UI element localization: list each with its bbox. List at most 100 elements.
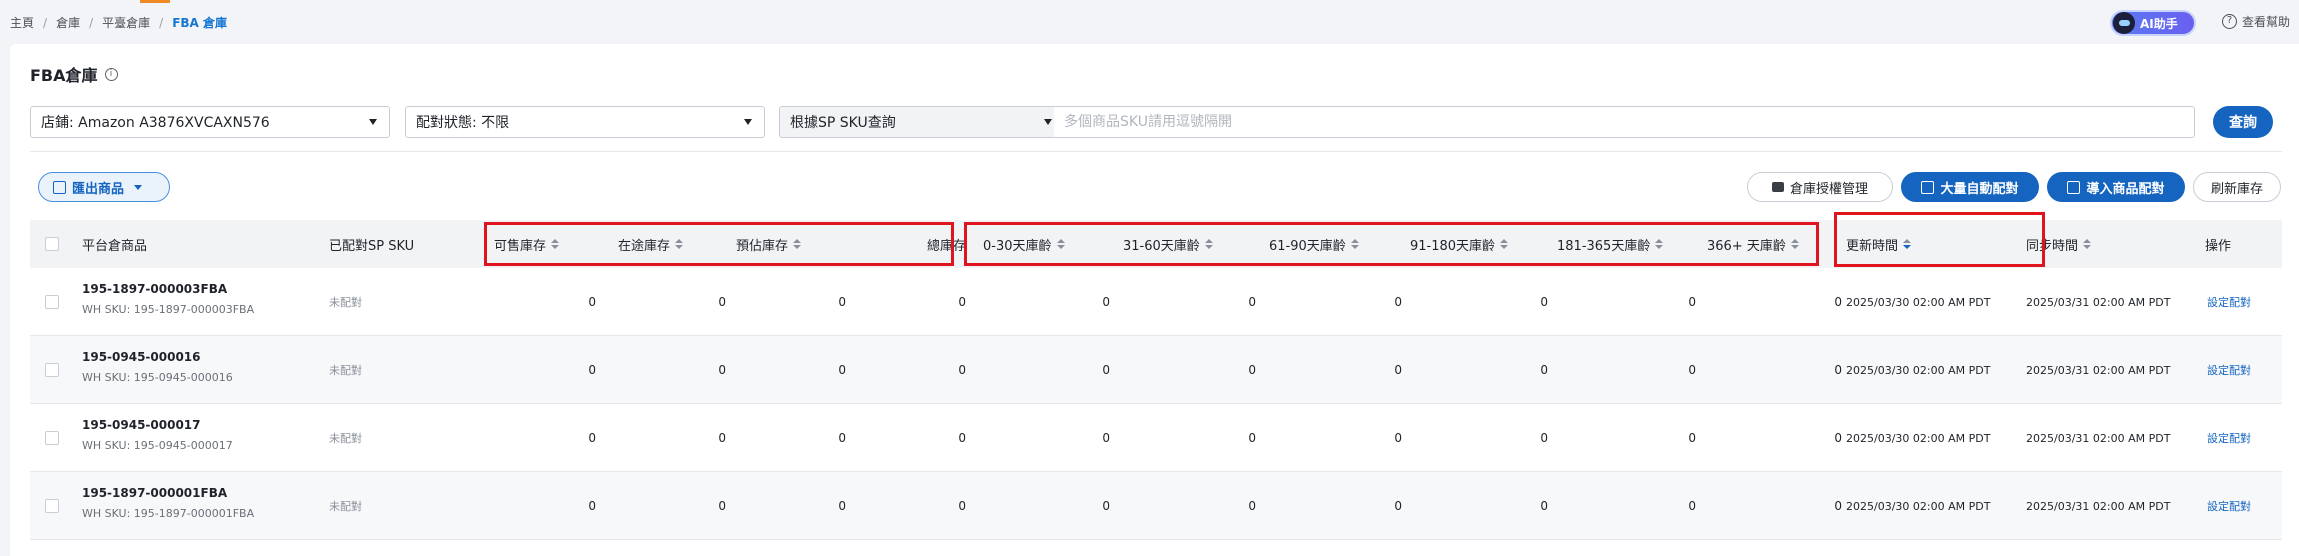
row-checkbox[interactable] xyxy=(45,295,59,309)
product-cell: 195-1897-000001FBA WH SKU: 195-1897-0000… xyxy=(82,486,254,520)
product-name: 195-1897-000001FBA xyxy=(82,486,228,500)
refresh-inventory-button[interactable]: 刷新庫存 xyxy=(2193,172,2281,202)
export-label: 匯出商品 xyxy=(72,181,125,197)
warehouse-icon xyxy=(1771,182,1784,192)
available-cell: 0 xyxy=(588,295,596,309)
warehouse-auth-label: 倉庫授權管理 xyxy=(1789,181,1868,197)
total-cell: 0 xyxy=(958,363,966,377)
set-match-link[interactable]: 設定配對 xyxy=(2207,404,2251,472)
question-icon: ? xyxy=(2222,14,2237,29)
auto-match-icon xyxy=(1921,180,1935,194)
row-checkbox[interactable] xyxy=(45,431,59,445)
main-card: FBA倉庫 i 店鋪: Amazon A3876XVCAXN576 配對狀態: … xyxy=(10,44,2299,556)
product-name: 195-1897-000003FBA xyxy=(82,282,228,296)
total-cell: 0 xyxy=(958,295,966,309)
top-accent-bar xyxy=(140,0,170,3)
age-181-365-cell: 0 xyxy=(1688,499,1696,513)
reserved-cell: 0 xyxy=(838,431,846,445)
match-status-value: 配對狀態: 不限 xyxy=(416,115,510,131)
breadcrumb: 主頁 / 倉庫 / 平臺倉庫 / FBA 倉庫 xyxy=(10,14,227,31)
age-366-cell: 0 xyxy=(1834,431,1842,445)
set-match-link[interactable]: 設定配對 xyxy=(2207,336,2251,404)
age-181-365-cell: 0 xyxy=(1688,295,1696,309)
age-31-60-cell: 0 xyxy=(1248,499,1256,513)
breadcrumb-separator: / xyxy=(43,15,48,30)
export-products-button[interactable]: 匯出商品 xyxy=(38,172,170,202)
col-matched-sku: 已配對SP SKU xyxy=(329,238,415,254)
highlight-age-columns xyxy=(964,222,1819,266)
synced-cell: 2025/03/31 02:00 AM PDT xyxy=(2026,499,2171,513)
age-91-180-cell: 0 xyxy=(1540,363,1548,377)
store-select[interactable]: 店鋪: Amazon A3876XVCAXN576 xyxy=(30,106,390,138)
available-cell: 0 xyxy=(588,363,596,377)
row-checkbox[interactable] xyxy=(45,499,59,513)
robot-icon xyxy=(2113,12,2135,34)
synced-cell: 2025/03/31 02:00 AM PDT xyxy=(2026,431,2171,445)
product-name: 195-0945-000016 xyxy=(82,350,201,364)
query-type-select[interactable]: 根據SP SKU查詢 xyxy=(779,106,1065,138)
bulk-auto-match-label: 大量自動配對 xyxy=(1940,181,2019,197)
highlight-stock-columns xyxy=(484,222,954,266)
age-61-90-cell: 0 xyxy=(1394,363,1402,377)
age-0-30-cell: 0 xyxy=(1102,363,1110,377)
ai-assistant-button[interactable]: AI助手 xyxy=(2110,10,2196,36)
breadcrumb-platform-warehouse[interactable]: 平臺倉庫 xyxy=(102,14,150,31)
set-match-link[interactable]: 設定配對 xyxy=(2207,472,2251,540)
help-label: 查看幫助 xyxy=(2242,15,2291,29)
age-366-cell: 0 xyxy=(1834,295,1842,309)
age-0-30-cell: 0 xyxy=(1102,295,1110,309)
wh-sku: WH SKU: 195-1897-000003FBA xyxy=(82,303,255,316)
chevron-down-icon xyxy=(1044,119,1052,125)
reserved-cell: 0 xyxy=(838,363,846,377)
info-icon[interactable]: i xyxy=(104,67,118,81)
matched-sku-cell: 未配對 xyxy=(329,500,362,513)
table-row: 195-1897-000003FBA WH SKU: 195-1897-0000… xyxy=(30,268,2282,336)
set-match-link[interactable]: 設定配對 xyxy=(2207,268,2251,336)
matched-sku-cell: 未配對 xyxy=(329,364,362,377)
select-all-checkbox[interactable] xyxy=(45,237,59,251)
row-checkbox[interactable] xyxy=(45,363,59,377)
chevron-down-icon xyxy=(369,119,377,125)
age-31-60-cell: 0 xyxy=(1248,431,1256,445)
divider xyxy=(30,151,2282,152)
age-0-30-cell: 0 xyxy=(1102,431,1110,445)
age-91-180-cell: 0 xyxy=(1540,295,1548,309)
age-61-90-cell: 0 xyxy=(1394,431,1402,445)
bulk-auto-match-button[interactable]: 大量自動配對 xyxy=(1901,172,2039,202)
sort-icon[interactable] xyxy=(2083,239,2092,249)
age-181-365-cell: 0 xyxy=(1688,363,1696,377)
age-91-180-cell: 0 xyxy=(1540,431,1548,445)
caret-down-icon xyxy=(134,184,143,190)
product-cell: 195-0945-000016 WH SKU: 195-0945-000016 xyxy=(82,350,233,384)
query-button[interactable]: 查詢 xyxy=(2213,106,2273,138)
age-31-60-cell: 0 xyxy=(1248,295,1256,309)
sku-search-input[interactable] xyxy=(1054,106,2195,138)
available-cell: 0 xyxy=(588,499,596,513)
age-181-365-cell: 0 xyxy=(1688,431,1696,445)
table-row: 195-0945-000016 WH SKU: 195-0945-000016 … xyxy=(30,336,2282,404)
total-cell: 0 xyxy=(958,431,966,445)
reserved-cell: 0 xyxy=(838,499,846,513)
breadcrumb-home[interactable]: 主頁 xyxy=(10,14,34,31)
wh-sku: WH SKU: 195-1897-000001FBA xyxy=(82,507,255,520)
help-link[interactable]: ? 查看幫助 xyxy=(2222,13,2290,30)
available-cell: 0 xyxy=(588,431,596,445)
page-title-text: FBA倉庫 xyxy=(30,66,98,85)
age-366-cell: 0 xyxy=(1834,499,1842,513)
col-actions: 操作 xyxy=(2205,238,2232,254)
age-0-30-cell: 0 xyxy=(1102,499,1110,513)
product-cell: 195-1897-000003FBA WH SKU: 195-1897-0000… xyxy=(82,282,254,316)
wh-sku: WH SKU: 195-0945-000016 xyxy=(82,371,233,384)
table-row: 195-1897-000001FBA WH SKU: 195-1897-0000… xyxy=(30,472,2282,540)
wh-sku: WH SKU: 195-0945-000017 xyxy=(82,439,233,452)
store-select-value: 店鋪: Amazon A3876XVCAXN576 xyxy=(41,115,270,131)
age-91-180-cell: 0 xyxy=(1540,499,1548,513)
updated-cell: 2025/03/30 02:00 AM PDT xyxy=(1846,295,1991,309)
updated-cell: 2025/03/30 02:00 AM PDT xyxy=(1846,499,1991,513)
import-match-button[interactable]: 導入商品配對 xyxy=(2047,172,2185,202)
breadcrumb-warehouse[interactable]: 倉庫 xyxy=(56,14,80,31)
warehouse-auth-button[interactable]: 倉庫授權管理 xyxy=(1747,172,1893,202)
age-31-60-cell: 0 xyxy=(1248,363,1256,377)
match-status-select[interactable]: 配對狀態: 不限 xyxy=(405,106,765,138)
ai-assistant-label: AI助手 xyxy=(2140,16,2178,31)
